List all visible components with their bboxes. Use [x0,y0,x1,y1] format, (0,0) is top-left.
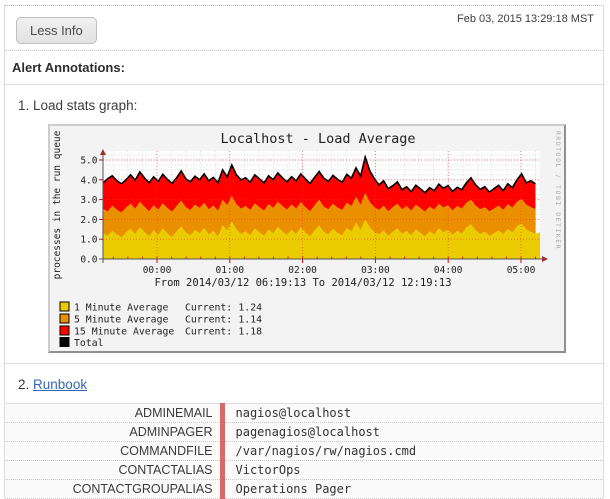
svg-text:Current:: Current: [185,315,232,326]
annotation-item-2-prefix: 2. [18,377,29,392]
load-graph-panel: 0.0 1.0 2.0 3.0 4.0 5.0 00:00 01:00 02:00 03:00 04… [48,124,566,353]
details-table-body: ADMINEMAILnagios@localhostADMINPAGERpage… [5,404,603,499]
table-row: ADMINEMAILnagios@localhost [5,404,603,423]
svg-text:0.0: 0.0 [80,255,97,266]
less-info-button[interactable]: Less Info [16,17,97,44]
svg-text:15 Minute Average: 15 Minute Average [74,327,174,338]
value-cell: /var/nagios/rw/nagios.cmd [222,442,603,461]
svg-text:00:00: 00:00 [143,265,172,276]
header: Less Info Feb 03, 2015 13:29:18 MST [5,6,603,51]
key-cell: CONTACTALIAS [5,461,222,480]
runbook-link[interactable]: Runbook [33,377,87,392]
svg-text:1.14: 1.14 [238,315,262,326]
details-table: ADMINEMAILnagios@localhostADMINPAGERpage… [5,403,603,499]
key-cell: ADMINEMAIL [5,404,222,423]
svg-text:04:00: 04:00 [434,265,463,276]
svg-text:4.0: 4.0 [80,175,97,186]
svg-text:Localhost - Load Average: Localhost - Load Average [220,131,415,147]
svg-text:Total: Total [74,338,104,349]
key-cell: CONTACTGROUPALIAS [5,480,222,499]
svg-text:RRDTOOL / TOBI OETIKER: RRDTOOL / TOBI OETIKER [554,131,562,250]
table-row: CONTACTALIASVictorOps [5,461,603,480]
incident-detail-panel: Less Info Feb 03, 2015 13:29:18 MST Aler… [4,5,604,498]
svg-text:2.0: 2.0 [80,215,97,226]
svg-text:1.0: 1.0 [80,235,97,246]
svg-text:5 Minute Average: 5 Minute Average [74,315,168,326]
timestamp: Feb 03, 2015 13:29:18 MST [457,13,594,25]
svg-text:1.18: 1.18 [238,327,262,338]
value-cell: pagenagios@localhost [222,423,603,442]
svg-text:03:00: 03:00 [361,265,390,276]
svg-text:5.0: 5.0 [80,156,97,167]
table-row: COMMANDFILE/var/nagios/rw/nagios.cmd [5,442,603,461]
svg-text:3.0: 3.0 [80,195,97,206]
annotation-item-2: 2. Runbook [5,364,603,403]
svg-text:05:00: 05:00 [507,265,536,276]
table-row: ADMINPAGERpagenagios@localhost [5,423,603,442]
alert-annotations-title: Alert Annotations: [5,51,603,85]
key-cell: ADMINPAGER [5,423,222,442]
value-cell: nagios@localhost [222,404,603,423]
annotation-item-1-label: 1. Load stats graph: [5,85,603,114]
svg-text:01:00: 01:00 [215,265,244,276]
load-average-graph: 0.0 1.0 2.0 3.0 4.0 5.0 00:00 01:00 02:00 03:00 04… [50,126,564,351]
svg-text:1 Minute Average: 1 Minute Average [74,303,168,314]
key-cell: COMMANDFILE [5,442,222,461]
svg-text:1.24: 1.24 [238,303,262,314]
svg-text:processes in the run queue: processes in the run queue [52,130,63,279]
value-cell: VictorOps [222,461,603,480]
svg-text:Current:: Current: [185,327,232,338]
table-row: CONTACTGROUPALIASOperations Pager [5,480,603,499]
svg-text:Current:: Current: [185,303,232,314]
value-cell: Operations Pager [222,480,603,499]
svg-text:02:00: 02:00 [288,265,317,276]
svg-text:From 2014/03/12 06:19:13 To 20: From 2014/03/12 06:19:13 To 2014/03/12 1… [154,277,451,289]
